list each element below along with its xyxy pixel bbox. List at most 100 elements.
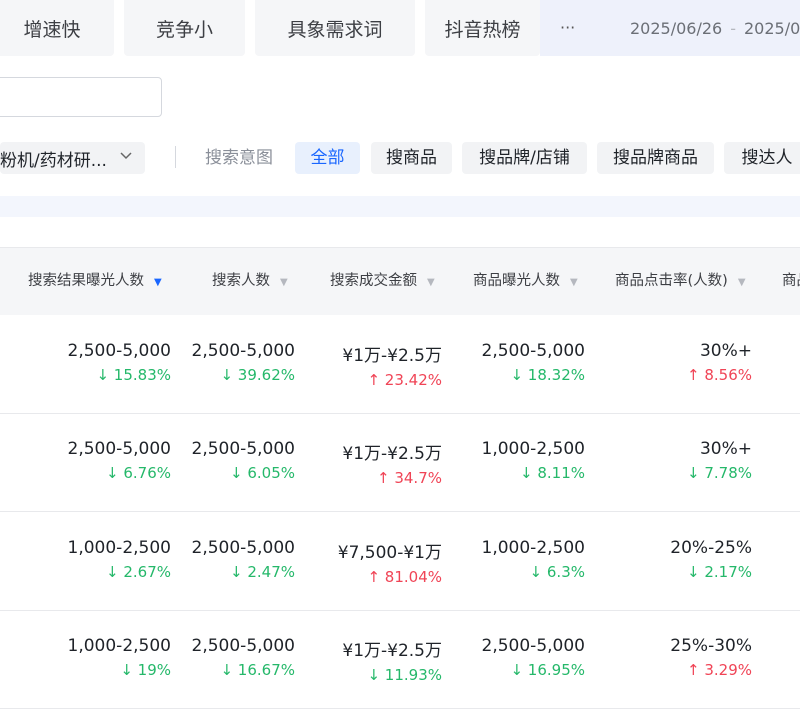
metric-value: ¥7,500-¥1万 — [337, 543, 442, 563]
metric-value: 1,000-2,500 — [67, 636, 171, 656]
intent-chip-search-creator[interactable]: 搜达人 — [724, 142, 800, 174]
metric-change: ↓ 39.62% — [220, 366, 295, 384]
intent-chip-search-brand-store[interactable]: 搜品牌/店铺 — [462, 142, 587, 174]
filter-divider — [175, 146, 176, 168]
tab-label: 增速快 — [23, 18, 81, 41]
section-band — [0, 196, 800, 217]
intent-chip-search-brand-product[interactable]: 搜品牌商品 — [597, 142, 714, 174]
metric-change: ↓ 2.47% — [230, 563, 295, 581]
metric-change: ↓ 18.32% — [510, 366, 585, 384]
metric-change: ↓ 2.67% — [106, 563, 171, 581]
search-input[interactable] — [0, 77, 162, 117]
search-intent-label: 搜索意图 — [205, 148, 273, 168]
cell-searchers: 2,500-5,000 ↓ 39.62% — [192, 341, 295, 384]
tab-label: 竞争小 — [155, 18, 213, 41]
metric-change: ↓ 11.93% — [367, 666, 442, 684]
cell-product-exposure: 2,500-5,000 ↓ 16.95% — [482, 636, 585, 679]
date-range-picker[interactable]: 2025/06/26 - 2025/07 — [540, 0, 800, 56]
cell-searchers: 2,500-5,000 ↓ 16.67% — [192, 636, 295, 679]
metric-value: 30%+ — [699, 341, 752, 361]
cell-product-ctr: 30%+ ↑ 8.56% — [687, 341, 752, 384]
table-row[interactable]: 1,000-2,500 ↓ 2.67% 2,500-5,000 ↓ 2.47% ¥7,5… — [0, 512, 800, 611]
cell-product-ctr: 30%+ ↓ 7.78% — [687, 439, 752, 482]
metric-change: ↓ 16.95% — [510, 661, 585, 679]
metric-value: 1,000-2,500 — [481, 439, 585, 459]
sort-desc-icon: ▼ — [154, 277, 162, 288]
cell-searchers: 2,500-5,000 ↓ 2.47% — [192, 538, 295, 581]
cell-product-exposure: 1,000-2,500 ↓ 8.11% — [482, 439, 585, 482]
category-select-label: 粉机/药材研... — [0, 150, 107, 171]
header-search-exposure[interactable]: 搜索结果曝光人数 ▼ — [28, 248, 162, 314]
metric-value: 2,500-5,000 — [191, 439, 295, 459]
cell-searchers: 2,500-5,000 ↓ 6.05% — [192, 439, 295, 482]
header-searchers[interactable]: 搜索人数 ▼ — [212, 248, 288, 314]
cell-search-gmv: ¥1万-¥2.5万 ↓ 11.93% — [342, 636, 442, 684]
metric-change: ↓ 6.3% — [529, 563, 585, 581]
metric-change: ↓ 19% — [120, 661, 171, 679]
table-row[interactable]: 2,500-5,000 ↓ 6.76% 2,500-5,000 ↓ 6.05% ¥1万-… — [0, 413, 800, 512]
metric-value: 2,500-5,000 — [191, 636, 295, 656]
metric-value: ¥1万-¥2.5万 — [342, 444, 442, 464]
table-row[interactable]: 1,000-2,500 ↓ 19% 2,500-5,000 ↓ 16.67% ¥1万-¥… — [0, 610, 800, 709]
header-product-ctr[interactable]: 商品点击率(人数) ▼ — [615, 248, 746, 314]
header-product-exposure[interactable]: 商品曝光人数 ▼ — [473, 248, 578, 314]
tab-specific-demand[interactable]: 具象需求词 — [255, 0, 415, 56]
date-start: 2025/06/26 — [630, 18, 723, 38]
header-search-gmv[interactable]: 搜索成交金额 ▼ — [330, 248, 435, 314]
metric-value: 25%-30% — [670, 636, 752, 656]
cell-search-exposure: 1,000-2,500 ↓ 2.67% — [68, 538, 171, 581]
intent-chip-all[interactable]: 全部 — [295, 142, 360, 174]
metric-change: ↓ 6.05% — [230, 464, 295, 482]
cell-product-exposure: 1,000-2,500 ↓ 6.3% — [482, 538, 585, 581]
metric-value: 30%+ — [699, 439, 752, 459]
metric-change: ↑ 81.04% — [367, 568, 442, 586]
table-row[interactable]: 2,500-5,000 ↓ 15.83% 2,500-5,000 ↓ 39.62% ¥1… — [0, 315, 800, 414]
metric-change: ↑ 23.42% — [367, 371, 442, 389]
metric-value: ¥1万-¥2.5万 — [342, 346, 442, 366]
date-end: 2025/07 — [744, 18, 800, 38]
metric-value: 2,500-5,000 — [67, 341, 171, 361]
metric-change: ↑ 8.56% — [687, 366, 752, 384]
metric-value: 2,500-5,000 — [481, 341, 585, 361]
table-header: 搜索结果曝光人数 ▼ 搜索人数 ▼ 搜索成交金额 ▼ 商品曝光人数 ▼ 商品点击率(人数… — [0, 247, 800, 315]
metric-change: ↓ 16.67% — [220, 661, 295, 679]
cell-product-ctr: 25%-30% ↑ 3.29% — [670, 636, 752, 679]
metric-change: ↓ 6.76% — [106, 464, 171, 482]
metric-value: 20%-25% — [670, 538, 752, 558]
cell-search-gmv: ¥1万-¥2.5万 ↑ 34.7% — [342, 439, 442, 487]
intent-chip-search-product[interactable]: 搜商品 — [371, 142, 452, 174]
metric-value: 2,500-5,000 — [191, 538, 295, 558]
metric-change: ↓ 15.83% — [96, 366, 171, 384]
sort-icon: ▼ — [570, 277, 578, 288]
tab-label: 抖音热榜 — [444, 18, 521, 41]
metric-change: ↑ 34.7% — [377, 469, 442, 487]
sort-icon: ▼ — [280, 277, 288, 288]
metric-value: 1,000-2,500 — [67, 538, 171, 558]
cell-product-ctr: 20%-25% ↓ 2.17% — [670, 538, 752, 581]
more-tabs-button[interactable]: ··· — [560, 0, 575, 56]
metric-change: ↓ 7.78% — [687, 464, 752, 482]
category-select[interactable]: 粉机/药材研... — [0, 142, 145, 174]
cell-search-exposure: 1,000-2,500 ↓ 19% — [68, 636, 171, 679]
metric-value: 2,500-5,000 — [67, 439, 171, 459]
sort-icon: ▼ — [737, 277, 746, 288]
metric-change: ↓ 2.17% — [687, 563, 752, 581]
metric-value: 2,500-5,000 — [481, 636, 585, 656]
cell-search-exposure: 2,500-5,000 ↓ 15.83% — [68, 341, 171, 384]
metric-value: ¥1万-¥2.5万 — [342, 641, 442, 661]
header-product-more[interactable]: 商品 — [782, 248, 800, 314]
cell-search-gmv: ¥1万-¥2.5万 ↑ 23.42% — [342, 341, 442, 389]
tab-low-competition[interactable]: 竞争小 — [124, 0, 245, 56]
tab-growth-fast[interactable]: 增速快 — [0, 0, 114, 56]
metric-value: 2,500-5,000 — [191, 341, 295, 361]
tab-douyin-hot[interactable]: 抖音热榜 — [425, 0, 540, 56]
metric-change: ↑ 3.29% — [687, 661, 752, 679]
date-separator: - — [730, 18, 736, 38]
cell-product-exposure: 2,500-5,000 ↓ 18.32% — [482, 341, 585, 384]
metric-change: ↓ 8.11% — [520, 464, 585, 482]
cell-search-gmv: ¥7,500-¥1万 ↑ 81.04% — [338, 538, 442, 586]
sort-icon: ▼ — [427, 277, 435, 288]
chevron-down-icon — [119, 148, 133, 166]
metric-value: 1,000-2,500 — [481, 538, 585, 558]
cell-search-exposure: 2,500-5,000 ↓ 6.76% — [68, 439, 171, 482]
